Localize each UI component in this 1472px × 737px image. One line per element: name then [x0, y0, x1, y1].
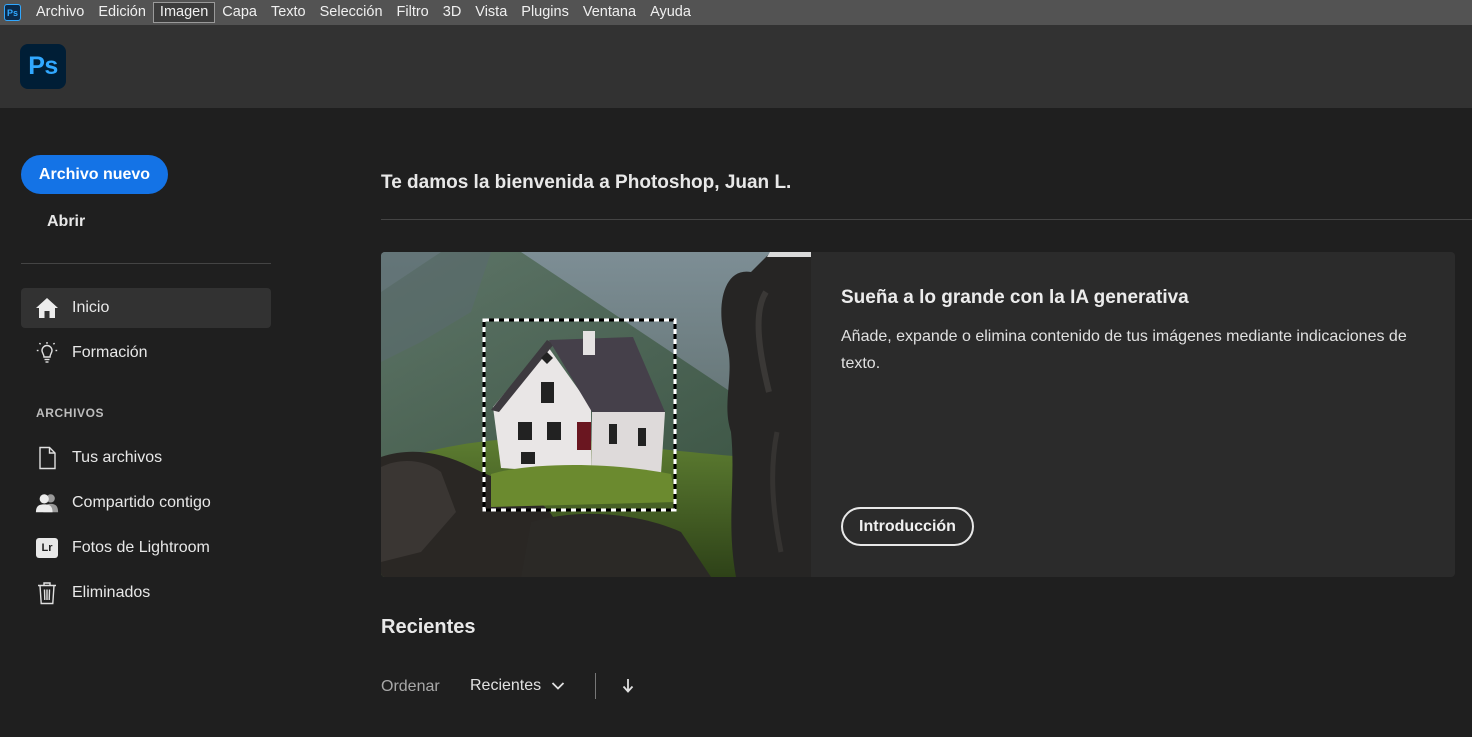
menu-item-vista[interactable]: Vista: [468, 2, 514, 23]
photoshop-logo-icon[interactable]: Ps: [20, 44, 66, 89]
sidebar-item-label: Inicio: [72, 299, 110, 316]
sort-divider: [595, 673, 596, 699]
menu-item-capa[interactable]: Capa: [215, 2, 264, 23]
card-description: Añade, expande o elimina contenido de tu…: [841, 328, 1407, 372]
menu-item-filtro[interactable]: Filtro: [390, 2, 436, 23]
sidebar-divider: [21, 263, 271, 264]
menu-item-seleccion[interactable]: Selección: [313, 2, 390, 23]
sidebar-item-label: Fotos de Lightroom: [72, 539, 210, 556]
menu-bar: Ps Archivo Edición Imagen Capa Texto Selecció…: [0, 0, 1472, 25]
menu-item-3d[interactable]: 3D: [436, 2, 469, 23]
sidebar-item-shared[interactable]: Compartido contigo: [21, 483, 271, 523]
menu-item-ayuda[interactable]: Ayuda: [643, 2, 698, 23]
users-icon: [35, 491, 59, 515]
main-divider: [381, 219, 1472, 220]
sort-dropdown[interactable]: Recientes: [470, 677, 565, 695]
sidebar-item-lightroom[interactable]: Lr Fotos de Lightroom: [21, 528, 271, 568]
sort-dropdown-value: Recientes: [470, 677, 542, 694]
photoshop-app-icon[interactable]: Ps: [4, 4, 21, 21]
generative-ai-card: Sueña a lo grande con la IA generativa A…: [381, 252, 1455, 577]
welcome-heading: Te damos la bienvenida a Photoshop, Juan…: [381, 172, 792, 193]
lightroom-icon: Lr: [35, 536, 59, 560]
card-illustration: [381, 252, 811, 577]
sidebar-item-label: Eliminados: [72, 584, 151, 601]
sidebar-item-label: Compartido contigo: [72, 494, 211, 511]
menu-item-archivo[interactable]: Archivo: [29, 2, 91, 23]
open-button[interactable]: Abrir: [47, 213, 85, 231]
sidebar-item-deleted[interactable]: Eliminados: [21, 573, 271, 613]
menu-item-texto[interactable]: Texto: [264, 2, 313, 23]
chevron-down-icon: [551, 681, 565, 691]
sort-label: Ordenar: [381, 678, 440, 695]
home-icon: [35, 296, 59, 320]
files-section-label: ARCHIVOS: [36, 406, 105, 420]
sidebar: Archivo nuevo Abrir Inicio Formación ARC…: [0, 108, 300, 737]
sidebar-item-learn[interactable]: Formación: [21, 333, 271, 373]
sidebar-item-label: Tus archivos: [72, 449, 163, 466]
lightroom-badge: Lr: [36, 538, 58, 558]
menu-item-edicion[interactable]: Edición: [91, 2, 153, 23]
new-file-button[interactable]: Archivo nuevo: [21, 155, 168, 194]
menu-items: Archivo Edición Imagen Capa Texto Selección Fi…: [29, 2, 698, 23]
menu-item-ventana[interactable]: Ventana: [576, 2, 643, 23]
document-icon: [35, 446, 59, 470]
sidebar-item-label: Formación: [72, 344, 148, 361]
menu-item-imagen[interactable]: Imagen: [152, 2, 216, 23]
lightbulb-icon: [35, 341, 59, 365]
sort-direction-arrow-icon[interactable]: [619, 677, 637, 695]
sidebar-item-home[interactable]: Inicio: [21, 288, 271, 328]
app-header: Ps: [0, 25, 1472, 108]
trash-icon: [35, 581, 59, 605]
recent-heading: Recientes: [381, 616, 476, 638]
card-title: Sueña a lo grande con la IA generativa: [841, 287, 1189, 308]
sidebar-item-your-files[interactable]: Tus archivos: [21, 438, 271, 478]
menu-item-plugins[interactable]: Plugins: [514, 2, 576, 23]
introduction-button[interactable]: Introducción: [841, 507, 974, 546]
